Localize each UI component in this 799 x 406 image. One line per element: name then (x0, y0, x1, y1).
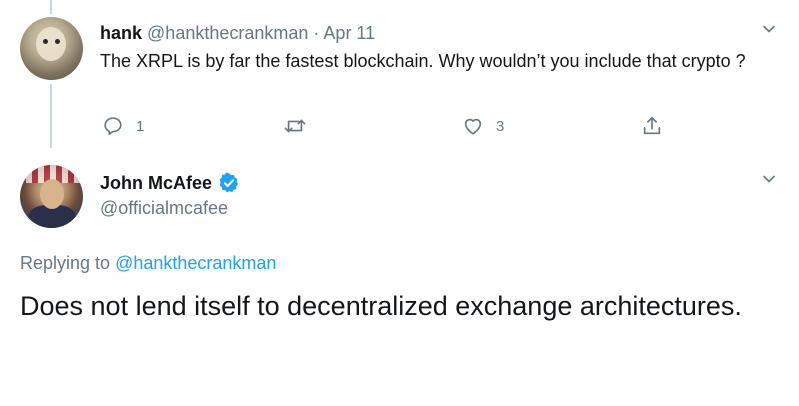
share-button[interactable] (641, 112, 663, 140)
replying-to-label: Replying to (20, 253, 111, 273)
user-handle[interactable]: @hankthecrankman (147, 23, 308, 43)
tweet-thread: hank @hankthecrankman · Apr 11 The XRPL … (0, 0, 799, 406)
reply-icon (104, 117, 122, 136)
like-icon (464, 118, 482, 135)
share-icon (643, 116, 661, 135)
reply-button[interactable]: 1 (102, 112, 144, 140)
retweet-button[interactable] (283, 112, 319, 140)
mention-link[interactable]: @hankthecrankman (115, 253, 276, 273)
chevron-down-icon[interactable] (762, 22, 776, 36)
reply-count: 1 (136, 117, 145, 135)
tweet-header: hank @hankthecrankman · Apr 11 (100, 22, 375, 44)
avatar-face (36, 27, 66, 61)
tweet-text: Does not lend itself to decentralized ex… (20, 291, 742, 321)
user-handle[interactable]: @officialmcafee (100, 197, 228, 219)
avatar[interactable] (20, 165, 83, 228)
retweet-icon (284, 119, 306, 133)
tweet-date[interactable]: Apr 11 (323, 23, 375, 43)
tweet-text: The XRPL is by far the fastest blockchai… (100, 51, 746, 71)
tweet-author: John McAfee (100, 172, 240, 194)
separator-dot: · (313, 23, 320, 43)
like-count: 3 (496, 117, 505, 135)
like-button[interactable]: 3 (462, 112, 504, 140)
chevron-down-icon[interactable] (762, 172, 776, 186)
display-name[interactable]: John McAfee (100, 172, 212, 194)
avatar[interactable] (20, 17, 83, 80)
reply-tweet[interactable]: hank @hankthecrankman · Apr 11 The XRPL … (0, 0, 799, 150)
display-name[interactable]: hank (100, 23, 142, 43)
avatar-face (40, 179, 64, 209)
verified-badge-icon (219, 172, 239, 193)
tweet-actions: 1 3 (100, 112, 680, 140)
replying-to: Replying to @hankthecrankman (20, 252, 276, 274)
